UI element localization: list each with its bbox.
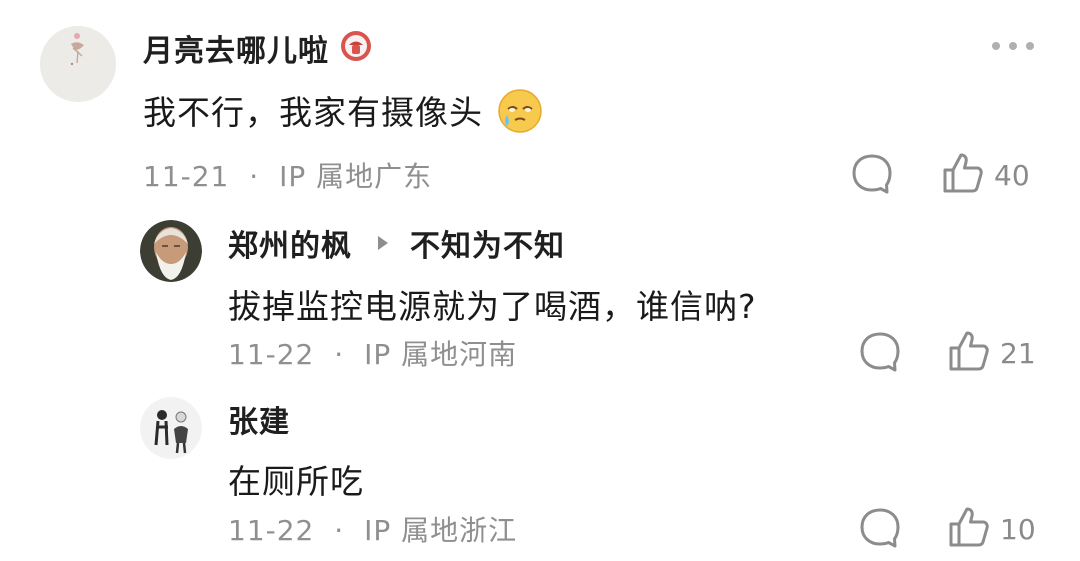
thumbs-up-icon (940, 150, 986, 200)
comment-date: 11-21 (143, 160, 230, 193)
like-button[interactable]: 21 (946, 328, 1036, 378)
author-name[interactable]: 张建 (228, 397, 290, 441)
comment-text: 在厕所吃 (228, 462, 364, 501)
comment-meta: 11-22 · IP 属地浙江 (228, 509, 517, 549)
like-button[interactable]: 10 (946, 504, 1036, 554)
comment-bubble-icon (858, 506, 902, 554)
like-count: 10 (1000, 512, 1036, 546)
comment-meta: 11-22 · IP 属地河南 (228, 333, 517, 373)
comment-item: 张建 在厕所吃 11-22 · IP 属地浙江 10 (0, 385, 1080, 561)
comment-button[interactable] (858, 330, 902, 378)
red-badge-icon (339, 29, 373, 67)
comment-meta: 11-21 · IP 属地广东 (143, 155, 432, 195)
like-button[interactable]: 40 (940, 150, 1030, 200)
ip-location: IP 属地广东 (279, 160, 433, 193)
comment-text: 我不行，我家有摄像头 (143, 93, 483, 132)
thumbs-up-icon (946, 328, 992, 378)
meta-separator: · (334, 514, 345, 547)
author-name[interactable]: 月亮去哪儿啦 (143, 26, 329, 70)
comment-button[interactable] (858, 506, 902, 554)
avatar[interactable] (140, 397, 202, 459)
comment-bubble-icon (858, 330, 902, 378)
more-dots-icon[interactable] (992, 42, 1034, 50)
meta-separator: · (334, 338, 345, 371)
comment-button[interactable] (850, 152, 894, 200)
author-row: 张建 (228, 397, 290, 441)
comment-bubble-icon (850, 152, 894, 200)
triangle-right-icon (378, 236, 388, 250)
comment-item: 月亮去哪儿啦 我不行，我家有摄像头 11-21 · IP 属地广东 40 (0, 0, 1080, 200)
avatar[interactable] (140, 220, 202, 282)
avatar[interactable] (40, 26, 116, 102)
ip-location: IP 属地浙江 (364, 514, 518, 547)
ip-location: IP 属地河南 (364, 338, 518, 371)
crying-face-emoji-icon (497, 88, 543, 142)
like-count: 21 (1000, 336, 1036, 370)
comment-text: 拔掉监控电源就为了喝酒，谁信呐? (228, 287, 757, 326)
author-row: 郑州的枫 不知为不知 (228, 221, 565, 265)
thumbs-up-icon (946, 504, 992, 554)
author-name[interactable]: 郑州的枫 (228, 221, 352, 265)
meta-separator: · (249, 160, 260, 193)
comment-date: 11-22 (228, 338, 315, 371)
like-count: 40 (994, 158, 1030, 192)
reply-to-name[interactable]: 不知为不知 (410, 221, 565, 265)
author-row: 月亮去哪儿啦 (143, 26, 373, 70)
comment-text-row: 我不行，我家有摄像头 (143, 86, 543, 142)
comment-date: 11-22 (228, 514, 315, 547)
comment-item: 郑州的枫 不知为不知 拔掉监控电源就为了喝酒，谁信呐? 11-22 · IP 属… (0, 200, 1080, 385)
